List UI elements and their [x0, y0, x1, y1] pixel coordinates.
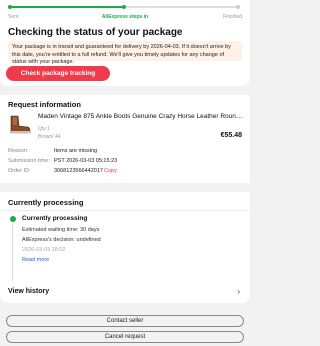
step-dot-finished	[236, 5, 240, 9]
reason-label: Reason:	[8, 148, 29, 154]
product-variant: Brown/ 44	[38, 134, 61, 140]
product-price: €55.48	[220, 132, 242, 139]
order-id-value: 3068123566442017	[54, 168, 103, 174]
step-dot-sent	[8, 5, 12, 9]
progress-track-fill	[8, 6, 124, 8]
chevron-right-icon: ›	[237, 287, 240, 296]
order-id-label: Order ID:	[8, 168, 31, 174]
delivery-notice: Your package is in transit and guarantee…	[8, 41, 242, 65]
page-title: Checking the status of your package	[8, 27, 183, 38]
processing-status-title: Currently processing	[22, 215, 88, 222]
step-dot-aliexpress	[122, 5, 126, 9]
submission-time-label: Submission time:	[8, 158, 50, 164]
product-thumbnail[interactable]	[8, 112, 32, 136]
request-info-title: Request information	[8, 100, 81, 109]
timeline-line	[12, 223, 13, 281]
step-label-aliexpress: AliExpress steps in	[101, 14, 149, 20]
step-label-finished: Finished	[223, 14, 242, 20]
step-label-sent: Sent	[8, 14, 19, 20]
check-tracking-button[interactable]: Check package tracking	[6, 66, 110, 81]
estimated-waiting-time: Estimated waiting time: 30 days	[22, 227, 100, 233]
reason-value: Items are missing	[54, 148, 98, 154]
product-qty: Qty:1	[38, 126, 50, 132]
request-info-card: Request information Maden Vintage 875 An…	[0, 95, 250, 183]
status-dot-icon	[10, 216, 16, 222]
copy-order-id-button[interactable]: Copy	[104, 168, 117, 174]
view-history-label: View history	[8, 288, 50, 295]
view-history-row[interactable]: View history ›	[0, 281, 250, 303]
product-name[interactable]: Maden Vintage 875 Ankle Boots Genuine Cr…	[38, 113, 244, 120]
boot-icon	[10, 115, 31, 134]
read-more-link[interactable]: Read more	[22, 257, 49, 263]
progress-steps: Sent AliExpress steps in Finished	[8, 14, 242, 22]
contact-seller-button[interactable]: Contact seller	[6, 315, 244, 327]
submission-time-value: PST 2026-03-03 05:15:23	[54, 158, 118, 164]
processing-title: Currently processing	[8, 198, 84, 207]
aliexpress-decision: AliExpress's decision: undefined	[22, 237, 101, 243]
package-status-card: Sent AliExpress steps in Finished Checki…	[0, 0, 250, 86]
cancel-request-button[interactable]: Cancel request	[6, 331, 244, 343]
divider	[0, 210, 250, 211]
processing-timestamp: 2026-03-03 18:02	[22, 247, 66, 253]
progress-track	[8, 5, 240, 9]
